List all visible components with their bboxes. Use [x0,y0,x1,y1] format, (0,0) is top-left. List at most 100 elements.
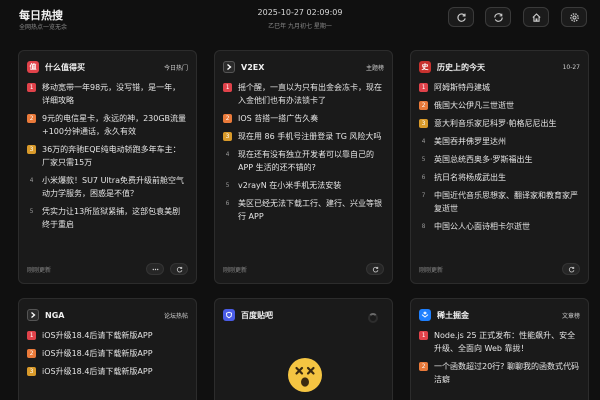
rank-badge: 2 [223,114,232,123]
list-item[interactable]: 1 iOS升级18.4后请下载新版APP [27,329,188,342]
item-title: 36万的奔驰EQE纯电动轿跑多年车主：厂家只需15万 [42,145,181,167]
card-footer: 刚刚更新 [27,263,188,275]
rank-badge: 3 [27,145,36,154]
card-nga: NGA 论坛热帖 1 iOS升级18.4后请下载新版APP 2 iOS升级18.4后… [18,298,197,400]
list-item[interactable]: 5 英国总统西奥多·罗斯福出生 [419,153,580,166]
rank-badge: 8 [421,223,426,230]
item-title: 一个函数超过20行? 聊聊我的函数式代码洁癖 [434,362,579,384]
juejin-logo-icon [419,309,431,321]
list-item[interactable]: 1 Node.js 25 正式发布：性能飙升、安全升级、全面向 Web 靠拢！ [419,329,580,355]
list-item[interactable]: 2 9元的电信星卡，永远的神，230GB流量+100分钟通话，永久有效 [27,112,188,138]
item-title: 美国吞并佛罗里达州 [434,137,506,146]
refresh-icon [372,266,378,272]
card-history-today: 史 历史上的今天 10-27 1 阿姆斯特丹建城 2 俄国大公伊凡三世逝世 3 意大利… [410,50,589,284]
card-refresh-button[interactable] [366,263,384,275]
list-item[interactable]: 4 现在还有没有独立开发者可以靠自己的 APP 生活的还不错的? [223,148,384,174]
loading-spinner-icon [368,313,378,323]
rank-badge: 5 [225,182,230,189]
card-refresh-button[interactable] [170,263,188,275]
list-item[interactable]: 5 凭实力让13所监狱紧捕，这部包袁美剧终于重启 [27,205,188,231]
card-smzdm: 值 什么值得买 今日热门 1 移动宽带一年98元，没写错，是一年，详细攻略 2 9元… [18,50,197,284]
refresh-button[interactable] [448,7,474,27]
card-title: 什么值得买 [45,62,85,72]
card-header: V2EX 主题榜 [223,60,384,74]
dizzy-face-icon [288,358,322,392]
list-fade [215,237,392,257]
list-item[interactable]: 2 一个函数超过20行? 聊聊我的函数式代码洁癖 [419,360,580,386]
card-footer: 刚刚更新 [223,263,384,275]
card-juejin: 稀土掘金 文章榜 1 Node.js 25 正式发布：性能飙升、安全升级、全面向 … [410,298,589,400]
rank-badge: 5 [29,208,34,215]
card-tag[interactable]: 文章榜 [562,311,580,320]
sync-button[interactable] [485,7,511,27]
list-item[interactable]: 4 小米爆款！SU7 Ultra免费升级前舱空气动力学服务，困惑是不值？ [27,174,188,200]
card-header: NGA 论坛热帖 [27,308,188,322]
rank-badge: 2 [419,101,428,110]
settings-button[interactable] [561,7,587,27]
list-item[interactable]: 2 IOS 苔搭一搭广告久奏 [223,112,384,125]
rank-badge: 5 [421,156,426,163]
refresh-icon [176,266,182,272]
home-icon [531,12,541,22]
item-title: 美区已经无法下载工行、建行、兴业等银行 APP [238,199,382,221]
item-title: 摇个醒，一直以为只有出金会冻卡，现在入金他们也有办法锁卡了 [238,83,382,105]
card-title: V2EX [241,62,265,72]
more-button[interactable] [146,263,164,275]
rank-badge: 1 [419,83,428,92]
item-title: 抗日名将杨成武出生 [434,173,506,182]
item-title: 移动宽带一年98元，没写错，是一年，详细攻略 [42,83,181,105]
list-item[interactable]: 4 美国吞并佛罗里达州 [419,135,580,148]
card-tag[interactable]: 主题榜 [366,63,384,72]
list-item[interactable]: 1 移动宽带一年98元，没写错，是一年，详细攻略 [27,81,188,107]
list-item[interactable]: 2 俄国大公伊凡三世逝世 [419,99,580,112]
card-tag[interactable]: 今日热门 [164,63,188,72]
hot-list: 1 iOS升级18.4后请下载新版APP 2 iOS升级18.4后请下载新版APP … [27,329,188,383]
card-tag[interactable]: 论坛热帖 [164,311,188,320]
update-status: 刚刚更新 [419,266,444,274]
nga-logo-icon [27,309,39,321]
update-status: 刚刚更新 [27,266,52,274]
item-title: 英国总统西奥多·罗斯福出生 [434,155,533,164]
item-title: 中国公人心面诗相卡尔逝世 [434,222,530,231]
settings-icon [569,12,579,22]
item-title: 小米爆款！SU7 Ultra免费升级前舱空气动力学服务，困惑是不值？ [42,176,184,198]
list-item[interactable]: 2 iOS升级18.4后请下载新版APP [27,347,188,360]
rank-badge: 6 [421,174,426,181]
list-item[interactable]: 8 中国公人心面诗相卡尔逝世 [419,220,580,233]
rank-badge: 1 [419,331,428,340]
list-item[interactable]: 1 摇个醒，一直以为只有出金会冻卡，现在入金他们也有办法锁卡了 [223,81,384,107]
rank-badge: 1 [223,83,232,92]
hot-list: 1 摇个醒，一直以为只有出金会冻卡，现在入金他们也有办法锁卡了 2 IOS 苔搭一搭… [223,81,384,228]
rank-badge: 7 [421,192,426,199]
refresh-icon [568,266,574,272]
item-title: IOS 苔搭一搭广告久奏 [238,114,319,123]
card-header: 史 历史上的今天 10-27 [419,60,580,74]
list-item[interactable]: 3 36万的奔驰EQE纯电动轿跑多年车主：厂家只需15万 [27,143,188,169]
more-icon [152,268,158,270]
item-title: 俄国大公伊凡三世逝世 [434,101,514,110]
card-header: 百度贴吧 [223,308,384,322]
item-title: 中国近代音乐思想家、翻译家和教育家严复逝世 [434,191,578,213]
rank-badge: 3 [419,119,428,128]
card-header: 值 什么值得买 今日热门 [27,60,188,74]
list-item[interactable]: 3 意大利音乐家尼科罗·帕格尼尼出生 [419,117,580,130]
item-title: 阿姆斯特丹建城 [434,83,490,92]
rank-badge: 1 [27,331,36,340]
card-tag[interactable]: 10-27 [563,64,580,71]
list-item[interactable]: 6 抗日名将杨成武出生 [419,171,580,184]
list-item[interactable]: 1 阿姆斯特丹建城 [419,81,580,94]
v2ex-logo-icon [223,61,235,73]
card-refresh-button[interactable] [562,263,580,275]
rank-badge: 4 [225,151,230,158]
list-item[interactable]: 5 v2rayN 在小米手机无法安装 [223,179,384,192]
rank-badge: 3 [27,367,36,376]
hot-list: 1 Node.js 25 正式发布：性能飙升、安全升级、全面向 Web 靠拢！ 2… [419,329,580,391]
list-fade [411,237,588,257]
list-item[interactable]: 6 美区已经无法下载工行、建行、兴业等银行 APP [223,197,384,223]
home-button[interactable] [523,7,549,27]
list-item[interactable]: 7 中国近代音乐思想家、翻译家和教育家严复逝世 [419,189,580,215]
list-item[interactable]: 3 iOS升级18.4后请下载新版APP [27,365,188,378]
item-title: 意大利音乐家尼科罗·帕格尼尼出生 [434,119,557,128]
list-item[interactable]: 3 现在用 86 手机号注册登录 TG 风险大吗 [223,130,384,143]
rank-badge: 2 [419,362,428,371]
